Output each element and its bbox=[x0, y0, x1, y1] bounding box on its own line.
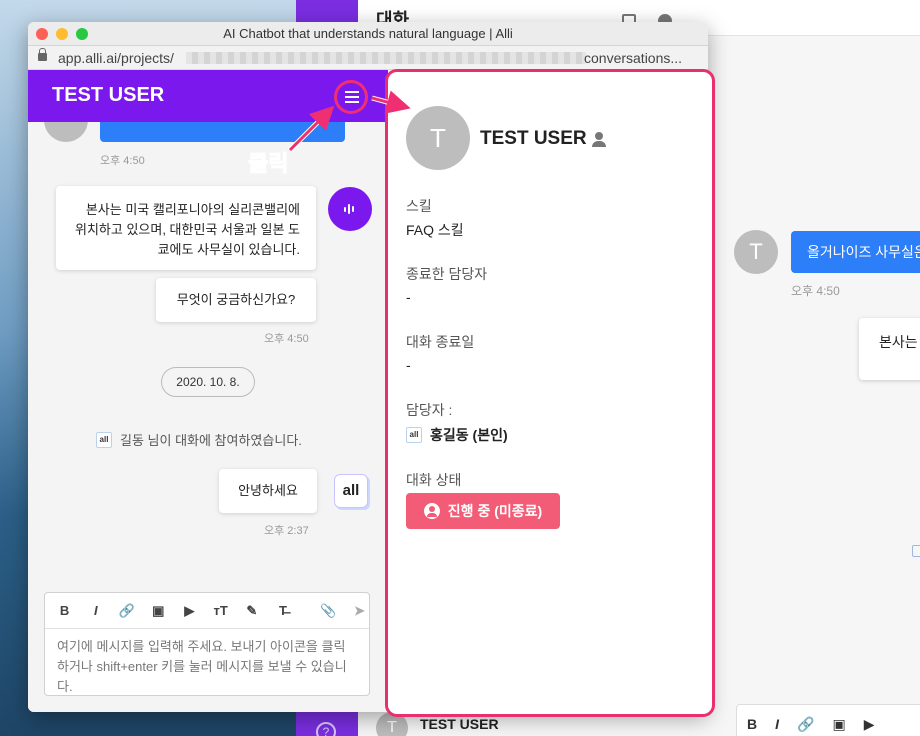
click-annotation-label: 클릭 bbox=[247, 151, 289, 177]
bold-icon[interactable]: B bbox=[747, 716, 757, 732]
end-date-value: - bbox=[406, 357, 411, 373]
background-avatar: T bbox=[734, 230, 778, 274]
address-bar[interactable]: app.alli.ai/projects/ conversations... bbox=[28, 46, 708, 70]
message-time: 오후 4:50 bbox=[264, 333, 309, 345]
window-titlebar: AI Chatbot that understands natural lang… bbox=[28, 22, 708, 46]
background-user-message: 올거나이즈 사무실은 bbox=[791, 231, 920, 273]
wave-bar bbox=[344, 206, 346, 212]
chat-header: TEST USER bbox=[28, 70, 388, 122]
hamburger-menu-icon-bar bbox=[345, 96, 359, 98]
lock-icon bbox=[38, 48, 47, 61]
link-icon[interactable]: 🔗 bbox=[117, 603, 136, 619]
date-divider: 2020. 10. 8. bbox=[161, 367, 255, 397]
window-title: AI Chatbot that understands natural lang… bbox=[223, 26, 513, 41]
url-text-start: app.alli.ai/projects/ bbox=[58, 50, 174, 66]
manager-name: 홍길동 (본인) bbox=[430, 427, 508, 443]
message-input[interactable]: 여기에 메시지를 입력해 주세요. 보내기 아이콘을 클릭하거나 shift+e… bbox=[45, 629, 369, 695]
hamburger-menu-icon bbox=[345, 91, 359, 93]
send-icon[interactable]: ➤ bbox=[350, 603, 369, 619]
end-date-label: 대화 종료일 bbox=[406, 334, 475, 350]
background-composer-toolbar: B I 🔗 ▣ ▶ bbox=[736, 704, 920, 736]
attach-icon[interactable]: 📎 bbox=[319, 603, 338, 619]
clear-format-icon[interactable]: T̶ bbox=[273, 603, 292, 618]
alli-icon: all bbox=[96, 431, 112, 448]
alli-icon: all bbox=[406, 427, 422, 443]
help-icon[interactable]: ? bbox=[316, 722, 336, 736]
bot-avatar bbox=[328, 187, 372, 231]
menu-button[interactable] bbox=[334, 80, 368, 114]
alli-icon bbox=[912, 545, 920, 557]
conversation-status-button[interactable]: 진행 중 (미종료) bbox=[406, 493, 560, 529]
bot-message: 본사는 미국 캘리포니아의 실리콘밸리에 위치하고 있으며, 대한민국 서울과 … bbox=[56, 186, 316, 270]
message-time: 오후 2:37 bbox=[264, 525, 309, 537]
image-icon[interactable]: ▣ bbox=[149, 603, 168, 619]
manager-label: 담당자 : bbox=[406, 402, 453, 418]
color-picker-icon[interactable]: ✎ bbox=[242, 603, 261, 619]
person-icon bbox=[592, 132, 606, 148]
user-name: TEST USER bbox=[480, 128, 587, 149]
italic-icon[interactable]: I bbox=[86, 603, 105, 618]
user-avatar-large: T bbox=[406, 106, 470, 170]
ended-agent-value: - bbox=[406, 289, 411, 305]
sound-wave-icon bbox=[344, 203, 356, 215]
hamburger-menu-icon-bar bbox=[345, 101, 359, 103]
status-text: 진행 중 (미종료) bbox=[447, 503, 543, 519]
background-bottom-name: TEST USER bbox=[420, 716, 499, 732]
ended-agent-label: 종료한 담당자 bbox=[406, 266, 488, 282]
account-circle-icon bbox=[423, 503, 440, 519]
chat-area: 오후 4:50 본사는 미국 캘리포니아의 실리콘밸리에 위치하고 있으며, 대… bbox=[28, 114, 388, 712]
header-title: TEST USER bbox=[52, 84, 165, 106]
skill-value: FAQ 스킬 bbox=[406, 222, 464, 238]
composer-toolbar: B I 🔗 ▣ ▶ тT ✎ T̶ 📎 ➤ bbox=[45, 593, 369, 629]
join-notice-text: 길동 님이 대화에 참여하였습니다. bbox=[120, 433, 302, 448]
skill-label: 스킬 bbox=[406, 198, 432, 214]
user-detail-panel: T TEST USER 스킬 FAQ 스킬 종료한 담당자 - 대화 종료일 -… bbox=[385, 69, 715, 717]
message-time: 오후 4:50 bbox=[100, 155, 145, 167]
alli-logo: all bbox=[334, 474, 368, 508]
background-bot-message: 본사는 bbox=[859, 318, 920, 380]
url-redacted bbox=[186, 52, 586, 64]
italic-icon[interactable]: I bbox=[775, 716, 779, 732]
url-text-end: conversations... bbox=[584, 50, 683, 66]
wave-bar bbox=[348, 204, 350, 214]
message-composer: B I 🔗 ▣ ▶ тT ✎ T̶ 📎 ➤ 여기에 메시지를 입력해 주세요. … bbox=[44, 592, 370, 696]
text-size-icon[interactable]: тT bbox=[211, 603, 230, 618]
link-icon[interactable]: 🔗 bbox=[797, 716, 814, 733]
agent-message: 안녕하세요 bbox=[219, 469, 317, 513]
background-message-time: 오후 4:50 bbox=[791, 284, 840, 298]
bot-message: 무엇이 궁금하신가요? bbox=[156, 278, 316, 322]
image-icon[interactable]: ▣ bbox=[832, 716, 845, 733]
video-icon[interactable]: ▶ bbox=[864, 716, 875, 733]
join-notice: all 길동 님이 대화에 참여하였습니다. bbox=[96, 430, 302, 449]
status-label: 대화 상태 bbox=[406, 472, 462, 488]
wave-bar bbox=[352, 206, 354, 212]
video-icon[interactable]: ▶ bbox=[180, 603, 199, 619]
bold-icon[interactable]: B bbox=[55, 603, 74, 618]
manager-value: all 홍길동 (본인) bbox=[406, 425, 508, 445]
